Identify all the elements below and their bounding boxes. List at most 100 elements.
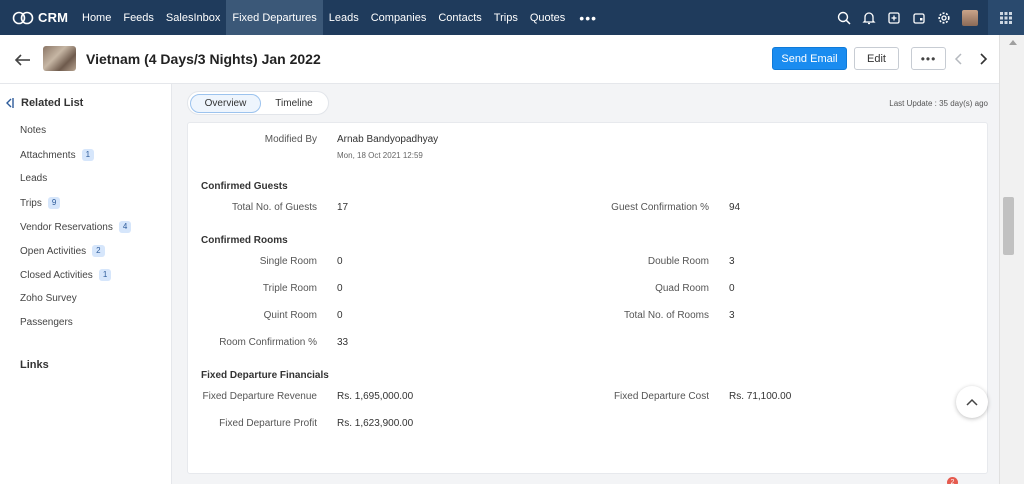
avatar[interactable]: [962, 9, 978, 26]
nav-quotes[interactable]: Quotes: [524, 0, 571, 35]
double-room-value[interactable]: 3: [729, 256, 735, 267]
section-heading-confirmed-guests: Confirmed Guests: [201, 181, 288, 192]
sidebar-item-zoho-survey[interactable]: Zoho Survey: [20, 293, 77, 304]
modified-by-value[interactable]: Arnab Bandyopadhyay: [337, 134, 438, 145]
back-arrow-icon[interactable]: [14, 51, 32, 69]
send-email-button[interactable]: Send Email: [772, 47, 847, 70]
sidebar-item-open-activities[interactable]: Open Activities 2: [20, 245, 105, 257]
count-badge: 1: [98, 269, 112, 281]
sidebar-item-vendor-reservations[interactable]: Vendor Reservations 4: [20, 221, 132, 233]
related-list-title: Related List: [21, 97, 84, 109]
triple-room-value[interactable]: 0: [337, 283, 343, 294]
add-icon[interactable]: [881, 0, 906, 35]
count-badge: 2: [92, 245, 105, 257]
field-label: Fixed Departure Profit: [219, 418, 317, 429]
section-heading-confirmed-rooms: Confirmed Rooms: [201, 235, 288, 246]
nav-companies[interactable]: Companies: [365, 0, 433, 35]
sidebar-item-label: Zoho Survey: [20, 293, 77, 304]
record-tabs-bar: Overview Timeline Last Update : 35 day(s…: [187, 91, 988, 117]
nav-contacts[interactable]: Contacts: [432, 0, 487, 35]
apps-grid-icon[interactable]: [988, 0, 1024, 35]
sidebar-item-notes[interactable]: Notes: [20, 125, 46, 136]
revenue-value[interactable]: Rs. 1,695,000.00: [337, 391, 413, 402]
field-label: Triple Room: [262, 283, 317, 294]
sidebar-item-label: Vendor Reservations: [20, 221, 113, 233]
related-list-sidebar: Related List Notes Attachments 1 Leads T…: [0, 84, 172, 484]
details-card: Modified By Arnab Bandyopadhyay Mon, 18 …: [187, 122, 988, 474]
sidebar-item-label: Attachments: [20, 149, 76, 161]
field-label: Single Room: [259, 256, 317, 267]
field-label: Quad Room: [655, 283, 709, 294]
edit-button[interactable]: Edit: [854, 47, 899, 70]
sidebar-item-label: Passengers: [20, 317, 73, 328]
nav-salesinbox[interactable]: SalesInbox: [160, 0, 226, 35]
scrollbar-thumb[interactable]: [1003, 197, 1014, 255]
top-navigation: CRM Home Feeds SalesInbox Fixed Departur…: [0, 0, 1024, 35]
field-label: Modified By: [264, 134, 317, 145]
page-scrollbar[interactable]: [999, 35, 1024, 484]
sidebar-item-closed-activities[interactable]: Closed Activities 1: [20, 269, 112, 281]
gear-icon[interactable]: [931, 0, 956, 35]
nav-more-button[interactable]: •••: [571, 0, 605, 35]
count-badge: 9: [47, 197, 61, 209]
next-record-icon[interactable]: [977, 52, 989, 66]
count-badge: 4: [118, 221, 132, 233]
section-heading-financials: Fixed Departure Financials: [201, 370, 329, 381]
nav-home[interactable]: Home: [76, 0, 117, 35]
related-list-heading[interactable]: Related List: [6, 97, 83, 109]
crm-logo[interactable]: CRM: [0, 0, 76, 35]
nav-feeds[interactable]: Feeds: [117, 0, 160, 35]
sidebar-item-label: Notes: [20, 125, 47, 136]
field-label: Total No. of Rooms: [623, 310, 709, 321]
field-label: Room Confirmation %: [219, 337, 317, 348]
field-label: Quint Room: [263, 310, 317, 321]
collapse-sidebar-icon[interactable]: [6, 98, 14, 108]
field-label: Double Room: [647, 256, 709, 267]
nav-right-tools: [831, 0, 1024, 35]
field-label: Fixed Departure Cost: [613, 391, 709, 402]
sidebar-item-label: Trips: [20, 197, 42, 209]
count-badge: 1: [81, 149, 95, 161]
tab-switcher: Overview Timeline: [187, 91, 329, 115]
room-confirmation-value[interactable]: 33: [337, 337, 348, 348]
cost-value[interactable]: Rs. 71,100.00: [729, 391, 791, 402]
bell-icon[interactable]: [856, 0, 881, 35]
brand-name: CRM: [38, 10, 69, 25]
scroll-up-arrow-icon[interactable]: [1009, 40, 1017, 45]
nav-leads[interactable]: Leads: [323, 0, 365, 35]
profit-value[interactable]: Rs. 1,623,900.00: [337, 418, 413, 429]
tab-overview[interactable]: Overview: [190, 94, 261, 113]
modified-time: Mon, 18 Oct 2021 12:59: [337, 151, 423, 160]
sidebar-item-passengers[interactable]: Passengers: [20, 317, 73, 328]
field-label: Fixed Departure Revenue: [202, 391, 317, 402]
record-title: Vietnam (4 Days/3 Nights) Jan 2022: [86, 51, 321, 67]
record-header: Vietnam (4 Days/3 Nights) Jan 2022 Send …: [0, 35, 1024, 84]
quad-room-value[interactable]: 0: [729, 283, 735, 294]
nav-fixed-departures[interactable]: Fixed Departures: [226, 0, 323, 35]
calendar-icon[interactable]: [906, 0, 931, 35]
search-icon[interactable]: [831, 0, 856, 35]
sidebar-item-label: Closed Activities: [20, 269, 93, 281]
quint-room-value[interactable]: 0: [337, 310, 343, 321]
crm-logo-icon: [12, 11, 34, 24]
sidebar-item-leads[interactable]: Leads: [20, 173, 47, 184]
sidebar-item-trips[interactable]: Trips 9: [20, 197, 61, 209]
more-actions-button[interactable]: •••: [911, 47, 946, 70]
single-room-value[interactable]: 0: [337, 256, 343, 267]
tab-timeline[interactable]: Timeline: [264, 94, 324, 113]
last-update-text: Last Update : 35 day(s) ago: [889, 99, 988, 108]
field-label: Total No. of Guests: [231, 202, 317, 213]
record-image[interactable]: [43, 46, 76, 71]
total-guests-value[interactable]: 17: [337, 202, 348, 213]
previous-record-icon[interactable]: [953, 52, 965, 66]
sidebar-item-label: Open Activities: [20, 245, 87, 257]
links-heading[interactable]: Links: [20, 359, 49, 371]
field-label: Guest Confirmation %: [611, 202, 709, 213]
sidebar-item-label: Leads: [20, 173, 48, 184]
total-rooms-value[interactable]: 3: [729, 310, 735, 321]
scroll-to-top-button[interactable]: [956, 386, 988, 418]
nav-trips[interactable]: Trips: [488, 0, 524, 35]
notification-badge[interactable]: 2: [947, 477, 958, 484]
guest-confirmation-value[interactable]: 94: [729, 202, 740, 213]
sidebar-item-attachments[interactable]: Attachments 1: [20, 149, 95, 161]
